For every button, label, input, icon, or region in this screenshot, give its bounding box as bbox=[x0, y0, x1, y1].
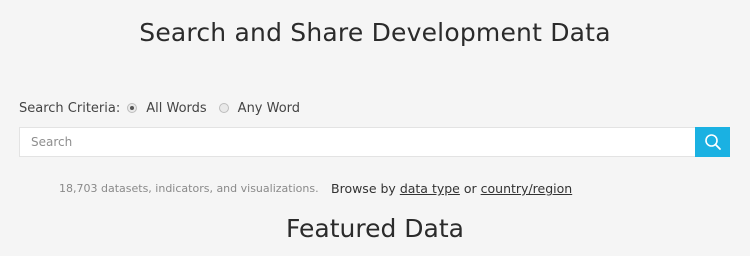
browse-separator: or bbox=[463, 181, 477, 196]
page-title: Search and Share Development Data bbox=[139, 18, 611, 47]
country-region-link[interactable]: country/region bbox=[481, 181, 573, 196]
data-type-link[interactable]: data type bbox=[400, 181, 460, 196]
page: Search and Share Development Data Search… bbox=[0, 0, 750, 256]
search-criteria-label: Search Criteria: bbox=[19, 100, 121, 116]
search-criteria: Search Criteria: All Words Any Word bbox=[19, 100, 312, 116]
featured-data-heading: Featured Data bbox=[286, 214, 464, 243]
search-button[interactable] bbox=[695, 127, 730, 157]
search-icon bbox=[704, 134, 721, 150]
browse-links: Browse by data type or country/region bbox=[331, 181, 572, 196]
dataset-count: 18,703 datasets, indicators, and visuali… bbox=[59, 182, 319, 195]
any-word-label[interactable]: Any Word bbox=[238, 101, 300, 116]
search-box bbox=[19, 127, 696, 157]
any-word-radio[interactable] bbox=[218, 103, 229, 113]
browse-prefix: Browse by bbox=[331, 181, 396, 196]
all-words-radio[interactable] bbox=[127, 103, 138, 113]
search-input[interactable] bbox=[20, 128, 696, 156]
all-words-label[interactable]: All Words bbox=[146, 101, 206, 116]
